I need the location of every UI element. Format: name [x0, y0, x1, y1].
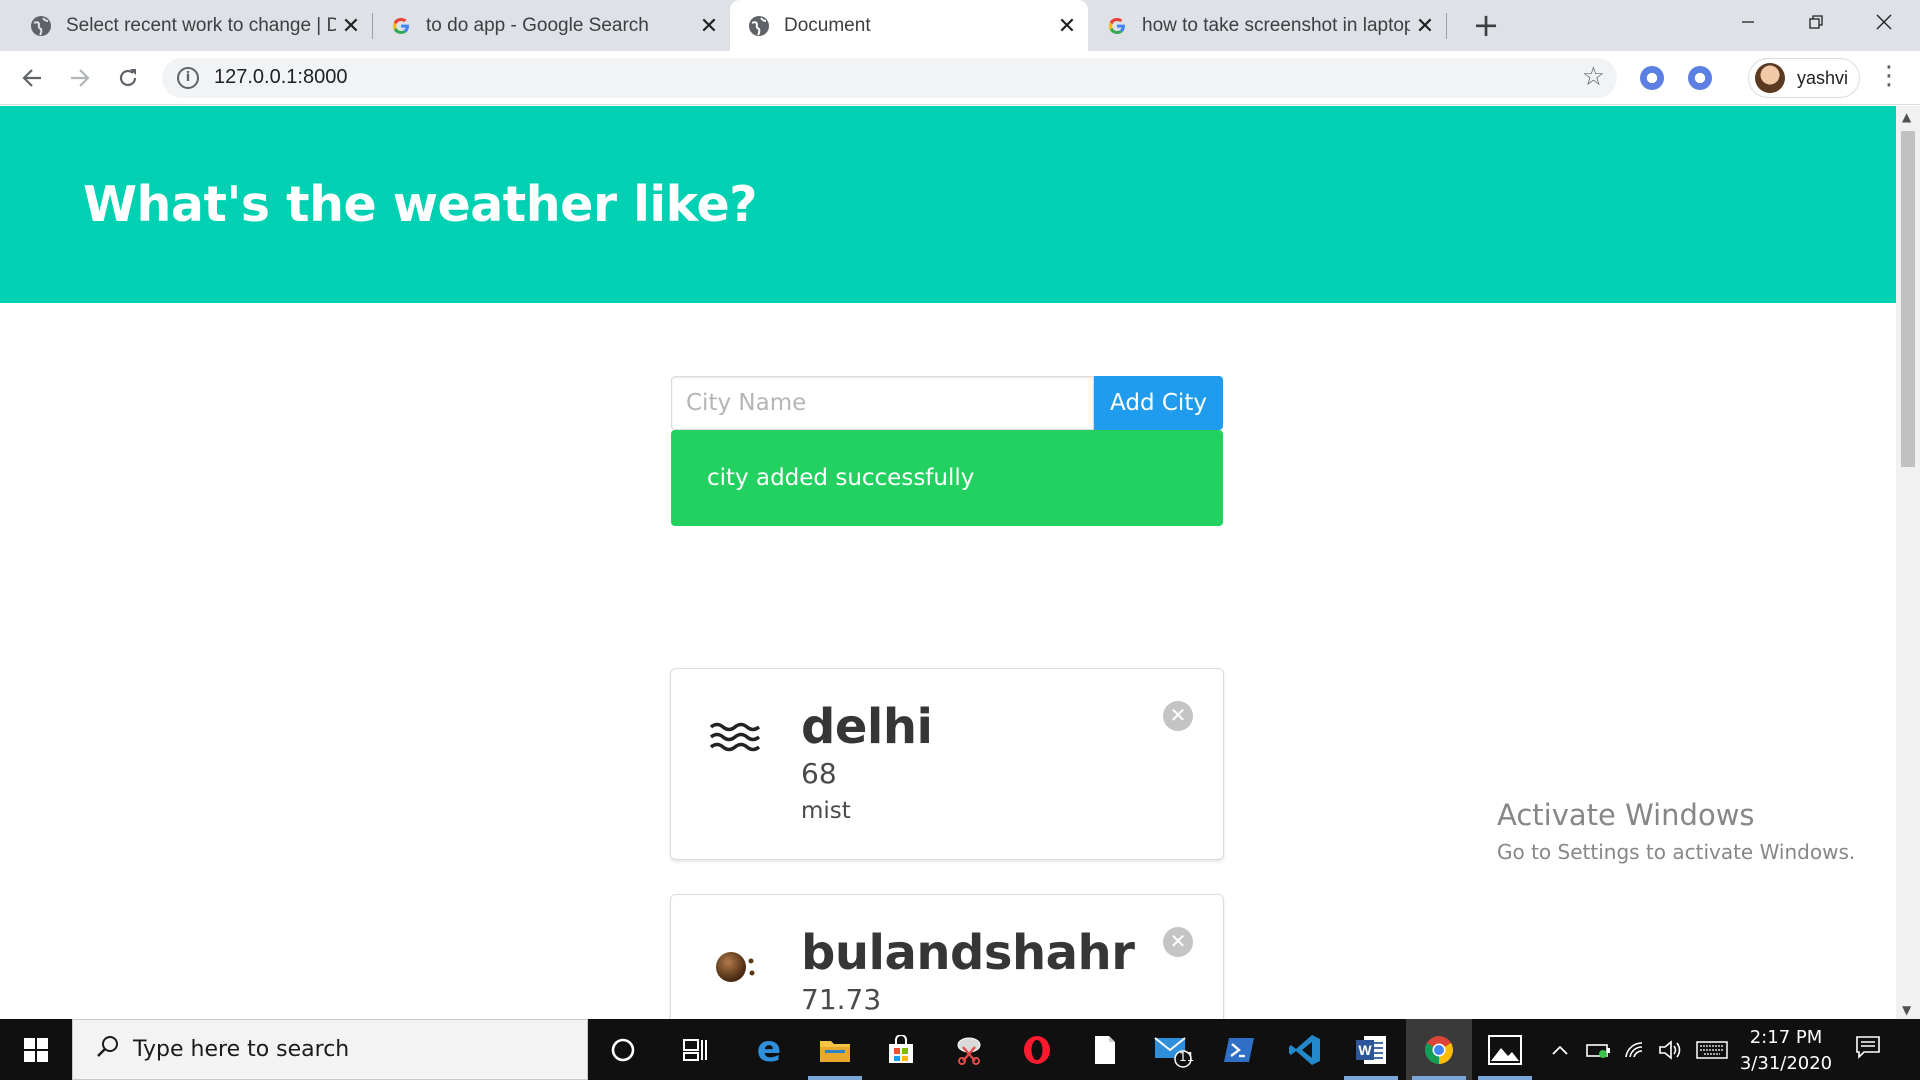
powershell-icon[interactable]: [1206, 1019, 1272, 1080]
page-scrollbar[interactable]: ▲ ▼: [1896, 106, 1920, 1019]
tab-title: how to take screenshot in laptop: [1142, 14, 1410, 36]
city-temperature: 68: [801, 757, 837, 790]
google-icon: [1106, 15, 1128, 37]
tab-strip: Select recent work to change | Dj ✕ to d…: [0, 0, 1920, 51]
windows-start-icon[interactable]: [0, 1019, 72, 1080]
windows-taskbar: Type here to search e 11 W 2:17 PM 3/31/…: [0, 1019, 1920, 1080]
city-card: bulandshahr 71.73 ✕: [670, 894, 1224, 1019]
browser-toolbar: i 127.0.0.1:8000 ☆ yashvi ⋮: [0, 51, 1920, 105]
taskbar-search-placeholder: Type here to search: [133, 1037, 350, 1062]
search-icon: [95, 1034, 121, 1067]
hero-banner: What's the weather like?: [0, 106, 1896, 303]
snipping-tool-icon[interactable]: [936, 1019, 1002, 1080]
url-text[interactable]: 127.0.0.1:8000: [214, 66, 347, 89]
close-tab-icon[interactable]: ✕: [336, 13, 366, 39]
mail-badge: 11: [1179, 1050, 1195, 1064]
clock-time: 2:17 PM: [1749, 1027, 1823, 1048]
minimize-icon[interactable]: [1714, 0, 1782, 44]
globe-icon: [30, 15, 52, 37]
city-card: delhi 68 mist ✕: [670, 668, 1224, 860]
store-icon[interactable]: [868, 1019, 934, 1080]
bookmark-star-icon[interactable]: ☆: [1582, 62, 1605, 92]
tab-django[interactable]: Select recent work to change | Dj ✕: [0, 0, 372, 51]
info-icon[interactable]: i: [177, 67, 199, 89]
scroll-down-icon[interactable]: ▼: [1902, 1003, 1911, 1017]
city-name: delhi: [801, 699, 933, 755]
restore-icon[interactable]: [1782, 0, 1850, 44]
close-tab-icon[interactable]: ✕: [1052, 13, 1082, 39]
action-center-icon[interactable]: [1855, 1035, 1881, 1065]
cortana-icon[interactable]: [590, 1019, 656, 1080]
photos-icon[interactable]: [1472, 1019, 1538, 1080]
tab-document[interactable]: Document ✕: [730, 0, 1088, 51]
task-view-icon[interactable]: [662, 1019, 728, 1080]
globe-icon: [748, 15, 770, 37]
profile-button[interactable]: yashvi: [1748, 58, 1860, 98]
word-icon[interactable]: W: [1338, 1019, 1404, 1080]
new-tab-plus-icon[interactable]: +: [1466, 6, 1506, 46]
extension-icon[interactable]: [1688, 66, 1712, 90]
add-city-button[interactable]: Add City: [1094, 376, 1223, 430]
activate-windows-watermark: Activate Windows Go to Settings to activ…: [1497, 798, 1855, 864]
page-title: What's the weather like?: [83, 176, 758, 233]
close-window-icon[interactable]: [1850, 0, 1918, 44]
city-temperature: 71.73: [801, 983, 882, 1016]
avatar: [1755, 63, 1785, 93]
vscode-icon[interactable]: [1272, 1019, 1338, 1080]
success-notification: city added successfully: [671, 430, 1223, 526]
tray-chevron-icon[interactable]: [1550, 1019, 1570, 1080]
svg-text:W: W: [1358, 1042, 1372, 1058]
profile-name: yashvi: [1797, 67, 1849, 88]
delete-city-icon[interactable]: ✕: [1163, 701, 1193, 731]
google-icon: [390, 15, 412, 37]
address-bar[interactable]: i 127.0.0.1:8000 ☆: [162, 58, 1617, 98]
mail-icon[interactable]: 11: [1140, 1019, 1206, 1080]
close-tab-icon[interactable]: ✕: [694, 13, 724, 39]
tab-title: to do app - Google Search: [426, 14, 649, 36]
watermark-title: Activate Windows: [1497, 798, 1755, 832]
city-description: mist: [801, 798, 851, 824]
close-tab-icon[interactable]: ✕: [1410, 13, 1440, 39]
scroll-up-icon[interactable]: ▲: [1902, 110, 1911, 124]
haze-icon: [707, 935, 767, 995]
keyboard-icon[interactable]: [1696, 1019, 1728, 1080]
volume-icon[interactable]: [1658, 1019, 1684, 1080]
add-city-form: Add City: [671, 376, 1223, 430]
opera-icon[interactable]: [1004, 1019, 1070, 1080]
clock-date: 3/31/2020: [1739, 1053, 1833, 1074]
battery-icon[interactable]: [1586, 1019, 1612, 1080]
reload-icon[interactable]: [109, 59, 147, 97]
edge-icon[interactable]: e: [736, 1019, 802, 1080]
file-explorer-icon[interactable]: [802, 1019, 868, 1080]
extension-icon[interactable]: [1640, 66, 1664, 90]
tab-title: Document: [784, 14, 871, 36]
kebab-menu-icon[interactable]: ⋮: [1876, 63, 1902, 89]
tab-separator: [1446, 13, 1447, 39]
taskbar-search-box[interactable]: Type here to search: [72, 1019, 588, 1080]
notepad-icon[interactable]: [1072, 1019, 1138, 1080]
tab-screenshot-search[interactable]: how to take screenshot in laptop ✕: [1088, 0, 1446, 51]
city-name-input[interactable]: [671, 376, 1094, 430]
scrollbar-thumb[interactable]: [1901, 131, 1915, 467]
mist-icon: [707, 709, 767, 769]
delete-city-icon[interactable]: ✕: [1163, 927, 1193, 957]
watermark-subtitle: Go to Settings to activate Windows.: [1497, 840, 1856, 864]
tab-google-search[interactable]: to do app - Google Search ✕: [372, 0, 730, 51]
wifi-icon[interactable]: [1624, 1019, 1648, 1080]
city-name: bulandshahr: [801, 925, 1135, 981]
system-clock[interactable]: 2:17 PM 3/31/2020: [1734, 1025, 1838, 1077]
page-viewport: What's the weather like? Add City city a…: [0, 106, 1896, 1019]
chrome-icon[interactable]: [1406, 1019, 1472, 1080]
back-arrow-icon[interactable]: [13, 59, 51, 97]
forward-arrow-icon[interactable]: [61, 59, 99, 97]
tab-title: Select recent work to change | Dj: [66, 14, 336, 36]
